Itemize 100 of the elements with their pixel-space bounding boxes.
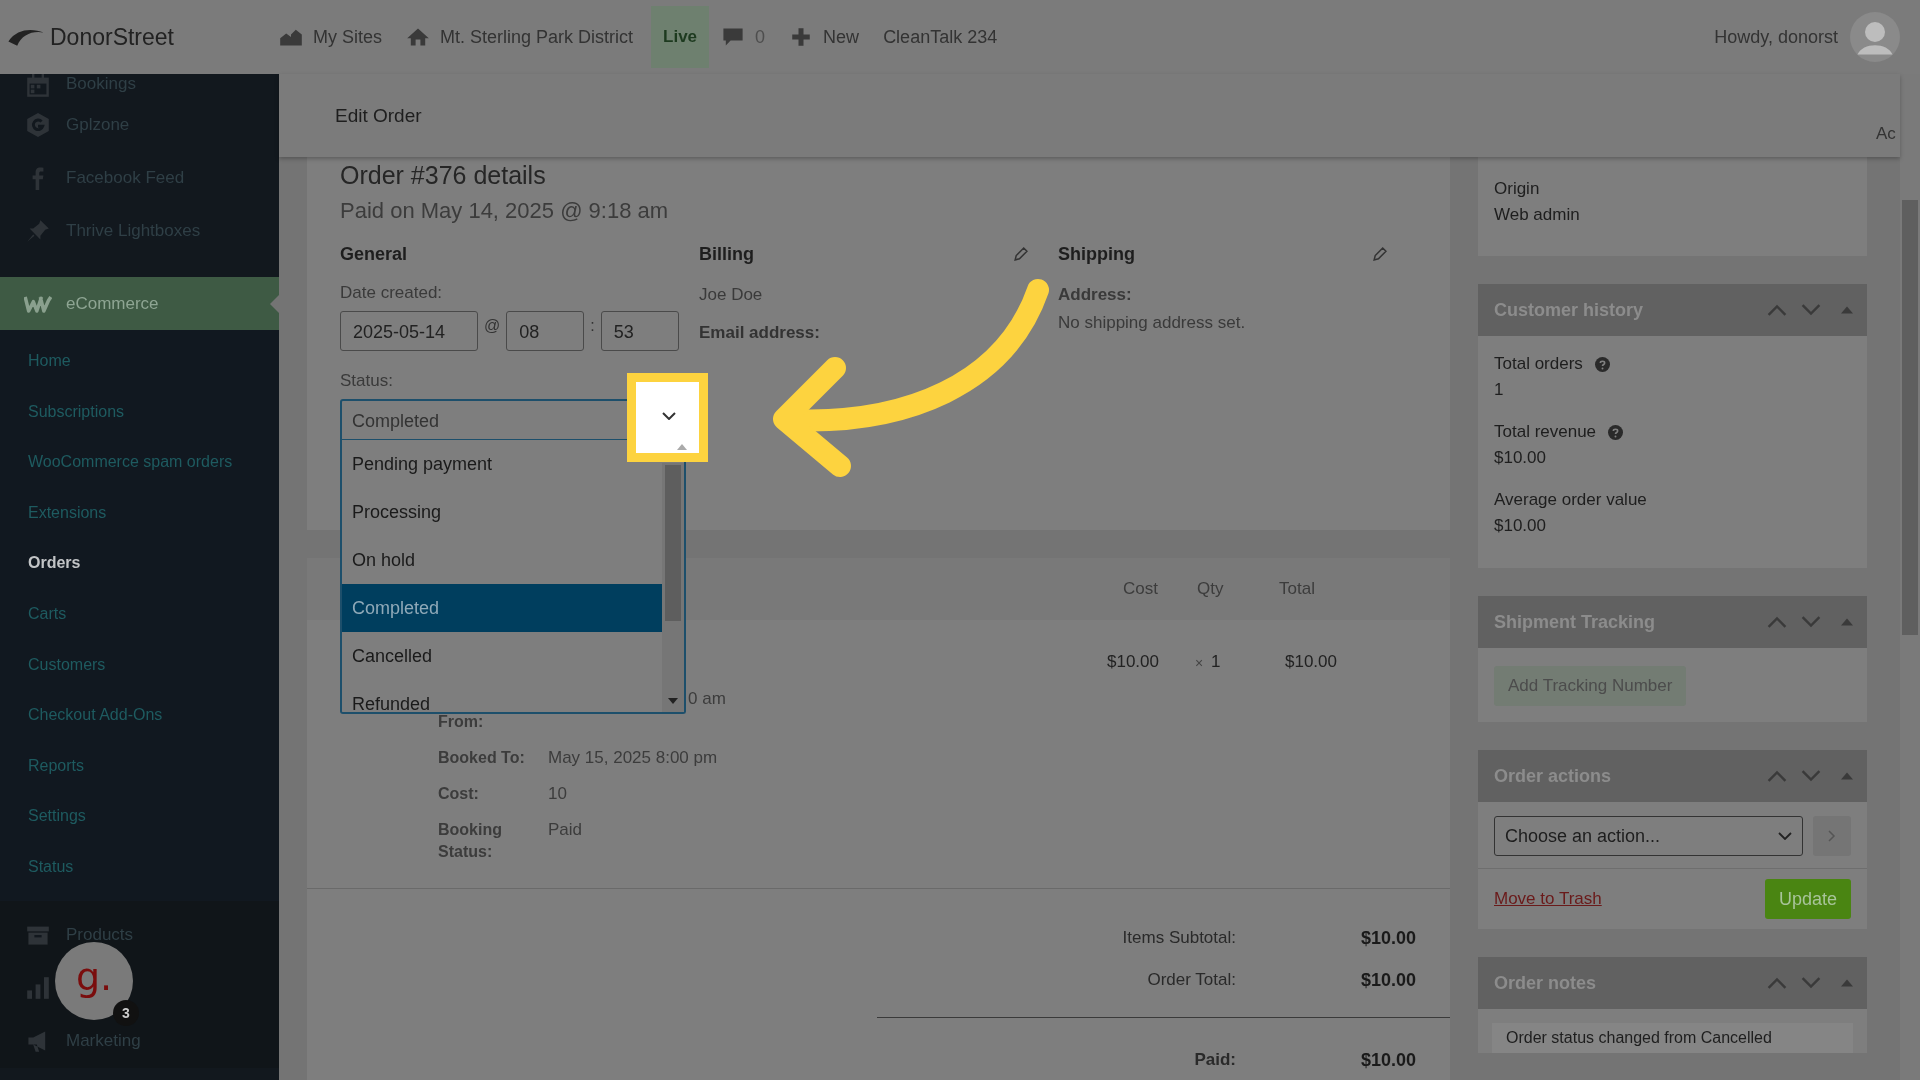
home-icon xyxy=(406,27,430,47)
origin-value: Web admin xyxy=(1494,205,1581,225)
submenu-item[interactable]: Customers xyxy=(0,639,279,691)
order-title: Order #376 details xyxy=(340,161,547,190)
help-icon[interactable] xyxy=(1594,356,1610,372)
live-badge[interactable]: Live xyxy=(651,6,710,68)
date-field[interactable]: 2025-05-14 xyxy=(340,311,478,351)
section-heading: Shipping xyxy=(1058,243,1135,265)
submenu-item[interactable]: Reports xyxy=(0,740,279,792)
scrollbar[interactable] xyxy=(1900,74,1920,1080)
ecommerce-menu-item[interactable]: eCommerce xyxy=(0,277,279,330)
field-label: Date created: xyxy=(340,283,444,303)
table-cell: 1 xyxy=(1211,652,1221,672)
total-value: $10.00 xyxy=(1359,927,1416,949)
order-note: Order status changed from Cancelled xyxy=(1492,1023,1853,1053)
submenu-item[interactable]: Checkout Add-Ons xyxy=(0,690,279,741)
toolbar-link[interactable]: CleanTalk 234 xyxy=(883,26,998,48)
hour-field[interactable]: 08 xyxy=(506,311,585,351)
section-heading: Billing xyxy=(699,243,754,265)
field-label: Status: xyxy=(340,371,394,391)
shipping-address: No shipping address set. xyxy=(1058,313,1247,333)
status-option[interactable]: Refunded xyxy=(342,680,662,712)
total-label: Paid: xyxy=(1194,1050,1236,1070)
submenu-item[interactable]: Orders xyxy=(0,538,279,589)
total-value: $10.00 xyxy=(1359,1049,1416,1071)
stat-value: 1 xyxy=(1494,380,1505,400)
stat-value: $10.00 xyxy=(1494,516,1547,536)
greeting-text[interactable]: Howdy, donorst xyxy=(1714,26,1838,48)
total-label: Items Subtotal: xyxy=(1122,928,1236,948)
status-option[interactable]: Cancelled xyxy=(342,632,662,680)
triangle-up-icon[interactable] xyxy=(1841,618,1853,626)
submenu-item[interactable]: Extensions xyxy=(0,487,279,539)
status-option[interactable]: On hold xyxy=(342,536,662,584)
avatar-icon[interactable] xyxy=(1850,12,1900,62)
comment-icon xyxy=(721,27,746,47)
submenu-item[interactable]: WooCommerce spam orders xyxy=(0,437,279,488)
field-label: Email address: xyxy=(699,323,821,343)
hexagon-g-icon xyxy=(26,112,50,137)
status-option[interactable]: Completed xyxy=(342,584,662,632)
chevron-up-icon[interactable] xyxy=(1767,770,1787,782)
chevron-up-icon[interactable] xyxy=(1767,977,1787,989)
triangle-up-icon[interactable] xyxy=(1841,979,1853,987)
chevron-right-icon xyxy=(1828,830,1837,842)
status-option[interactable]: Processing xyxy=(342,488,662,536)
meta-label: Cost: xyxy=(438,784,480,804)
chevron-up-icon[interactable] xyxy=(1767,616,1787,628)
list-scrollbar[interactable] xyxy=(662,463,684,712)
scroll-down-arrow-icon[interactable] xyxy=(668,698,678,704)
column-header: Total xyxy=(1279,579,1315,599)
status-option[interactable]: Pending payment xyxy=(342,440,625,488)
submenu-item[interactable]: Carts xyxy=(0,588,279,640)
chevron-up-icon[interactable] xyxy=(1767,304,1787,316)
table-cell: $10.00 xyxy=(1285,652,1337,672)
toolbar-link[interactable]: New xyxy=(789,26,860,48)
woo-logo-icon xyxy=(24,293,52,314)
triangle-up-icon[interactable] xyxy=(1841,772,1853,780)
meta-value: Paid xyxy=(548,819,583,841)
at-sign: @ xyxy=(484,317,501,335)
submenu-item[interactable]: Status xyxy=(0,841,279,893)
meta-value: 10 xyxy=(548,783,567,805)
submenu-item[interactable]: Subscriptions xyxy=(0,386,279,438)
logo-text: DonorStreet xyxy=(50,23,174,51)
toolbar-link[interactable]: My Sites xyxy=(279,26,382,48)
move-to-trash-link[interactable]: Move to Trash xyxy=(1494,889,1602,909)
apply-action-button[interactable] xyxy=(1813,816,1851,856)
screen-options-tab[interactable]: Ac xyxy=(1876,124,1896,144)
toolbar-link[interactable]: Mt. Sterling Park District xyxy=(406,26,634,48)
pencil-icon[interactable] xyxy=(1013,246,1028,262)
total-value: $10.00 xyxy=(1359,969,1416,991)
pencil-icon[interactable] xyxy=(1372,246,1387,262)
origin-label: Origin xyxy=(1494,179,1541,199)
scroll-up-arrow-icon[interactable] xyxy=(677,444,687,450)
meta-label: From: xyxy=(438,712,485,732)
pin-icon xyxy=(26,218,50,243)
meta-value: May 15, 2025 8:00 pm xyxy=(548,747,718,769)
action-select[interactable]: Choose an action... xyxy=(1494,816,1804,856)
stat-label: Total revenue xyxy=(1494,422,1597,442)
bar-chart-icon[interactable] xyxy=(26,976,50,1001)
page-title: Edit Order xyxy=(335,104,422,127)
chevron-down-icon[interactable] xyxy=(662,412,676,420)
triangle-up-icon[interactable] xyxy=(1841,306,1853,314)
stat-label: Total orders xyxy=(1494,354,1583,374)
update-button[interactable]: Update xyxy=(1764,879,1851,919)
buildings-icon xyxy=(279,27,303,47)
submenu-item[interactable]: Settings xyxy=(0,791,279,842)
meta-label: Booked To: xyxy=(438,748,526,768)
column-header: Qty xyxy=(1197,579,1224,599)
help-icon[interactable] xyxy=(1608,424,1624,440)
meta-label: Booking Status: xyxy=(438,820,503,862)
field-label: Address: xyxy=(1058,285,1133,305)
minute-field[interactable]: 53 xyxy=(600,311,679,351)
column-header: Cost xyxy=(1123,579,1158,599)
total-label: Order Total: xyxy=(1147,970,1236,990)
billing-name: Joe Doe xyxy=(699,285,764,305)
section-heading: General xyxy=(340,243,408,265)
time-colon: : xyxy=(590,317,595,335)
stat-label: Average order value xyxy=(1494,490,1647,510)
order-subtitle: Paid on May 14, 2025 @ 9:18 am xyxy=(340,198,670,224)
submenu-item[interactable]: Home xyxy=(0,336,279,387)
chevron-down-icon xyxy=(1778,832,1793,840)
